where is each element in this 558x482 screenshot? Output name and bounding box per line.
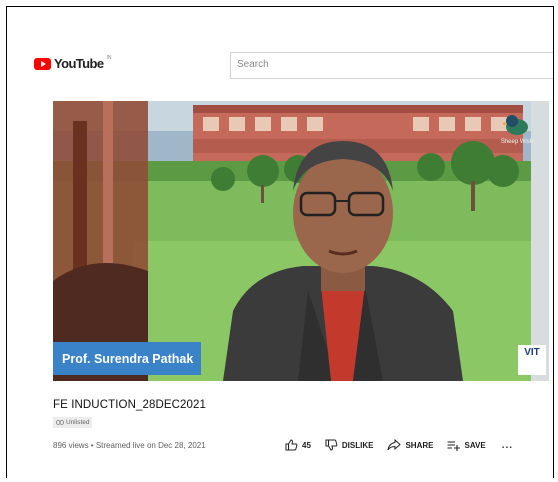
privacy-label: Unlisted [66, 419, 90, 426]
thumbs-up-icon [285, 439, 298, 451]
save-button[interactable]: SAVE [447, 440, 486, 451]
thumbs-down-icon [325, 439, 338, 451]
share-button[interactable]: SHARE [387, 439, 433, 451]
like-button[interactable]: 45 [285, 439, 311, 451]
channel-watermark: Sheep Wish [497, 113, 537, 145]
masthead: YouTube IN Search [7, 7, 553, 107]
action-bar: 45 DISLIKE SHARE SAVE ... [285, 439, 513, 451]
add-to-playlist-icon [447, 440, 461, 451]
video-title: FE INDUCTION_28DEC2021 [53, 399, 207, 411]
privacy-badge: Unlisted [53, 417, 93, 428]
more-icon[interactable]: ... [502, 440, 513, 451]
save-label: SAVE [464, 440, 486, 450]
presenter-nametag: Prof. Surendra Pathak [53, 342, 202, 375]
link-icon [56, 420, 64, 425]
duck-logo-icon [501, 115, 528, 135]
video-frame [53, 101, 549, 381]
dislike-label: DISLIKE [341, 440, 374, 450]
youtube-logo[interactable]: YouTube IN [34, 54, 112, 71]
video-meta: 896 views • Streamed live on Dec 28, 202… [53, 441, 206, 450]
video-player[interactable]: Sheep Wish Prof. Surendra Pathak VIT [53, 101, 549, 381]
browser-frame: YouTube IN Search Sheep Wish Prof. Suren… [6, 6, 554, 478]
institution-badge: VIT [518, 345, 546, 375]
dislike-button[interactable]: DISLIKE [325, 439, 374, 451]
youtube-logo-icon [34, 57, 51, 70]
watermark-text: Sheep Wish [500, 139, 534, 145]
share-arrow-icon [387, 439, 402, 451]
logo-wordmark: YouTube [54, 56, 104, 71]
share-label: SHARE [405, 440, 434, 450]
region-code: IN [106, 54, 112, 61]
like-count: 45 [302, 440, 311, 450]
search-input[interactable]: Search [230, 52, 553, 79]
